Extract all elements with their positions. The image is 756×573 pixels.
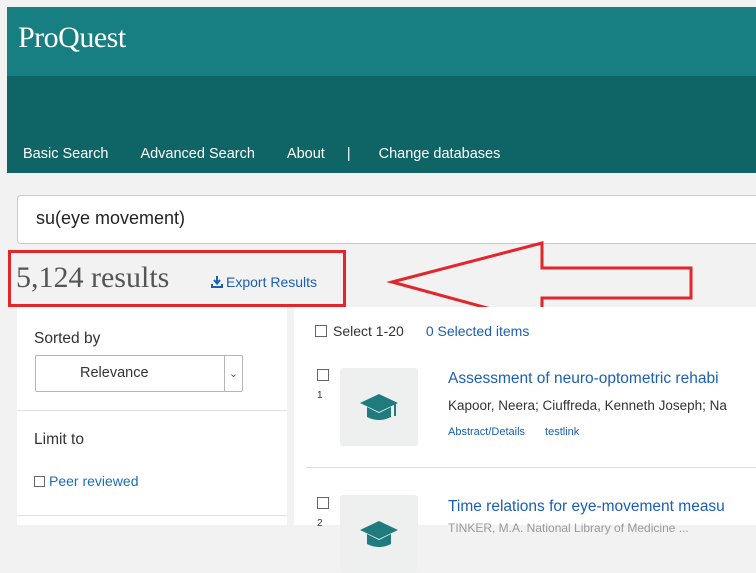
- result-checkbox[interactable]: [317, 497, 329, 509]
- result-thumbnail[interactable]: [340, 368, 418, 446]
- result-title-link[interactable]: Assessment of neuro-optometric rehabi: [448, 370, 719, 388]
- selection-bar: Select 1-20 0 Selected items: [315, 323, 529, 339]
- peer-reviewed-label[interactable]: Peer reviewed: [49, 473, 139, 489]
- select-range-label[interactable]: Select 1-20: [333, 323, 404, 339]
- sidebar-divider: [17, 410, 287, 411]
- limit-to-label: Limit to: [34, 431, 84, 448]
- result-divider: [306, 467, 756, 468]
- testlink-link[interactable]: testlink: [545, 426, 579, 438]
- peer-reviewed-filter[interactable]: Peer reviewed: [34, 473, 139, 489]
- result-number: 2: [317, 518, 323, 529]
- results-list: Select 1-20 0 Selected items 1 Assessmen…: [294, 307, 756, 573]
- result-number: 1: [317, 390, 323, 401]
- result-title-link[interactable]: Time relations for eye-movement measu: [448, 498, 725, 516]
- selected-items-link[interactable]: 0 Selected items: [426, 323, 530, 339]
- peer-reviewed-checkbox[interactable]: [34, 475, 45, 487]
- sorted-by-label: Sorted by: [34, 330, 101, 347]
- abstract-details-link[interactable]: Abstract/Details: [448, 426, 525, 438]
- chevron-down-icon: ⌄: [224, 356, 242, 391]
- select-all-checkbox[interactable]: [315, 325, 327, 337]
- result-authors: Kapoor, Neera; Ciuffreda, Kenneth Joseph…: [448, 398, 727, 413]
- mortarboard-icon: [360, 521, 398, 547]
- result-checkbox[interactable]: [317, 369, 329, 381]
- filter-sidebar: Sorted by Relevance ⌄ Limit to Peer revi…: [17, 307, 287, 525]
- sidebar-divider: [17, 515, 287, 516]
- sort-select[interactable]: Relevance ⌄: [35, 355, 243, 392]
- result-links: Abstract/Details testlink: [448, 426, 579, 438]
- result-thumbnail[interactable]: [340, 495, 418, 573]
- result-authors: TINKER, M.A. National Library of Medicin…: [448, 521, 689, 535]
- mortarboard-icon: [360, 394, 398, 420]
- sort-select-value: Relevance: [80, 365, 149, 381]
